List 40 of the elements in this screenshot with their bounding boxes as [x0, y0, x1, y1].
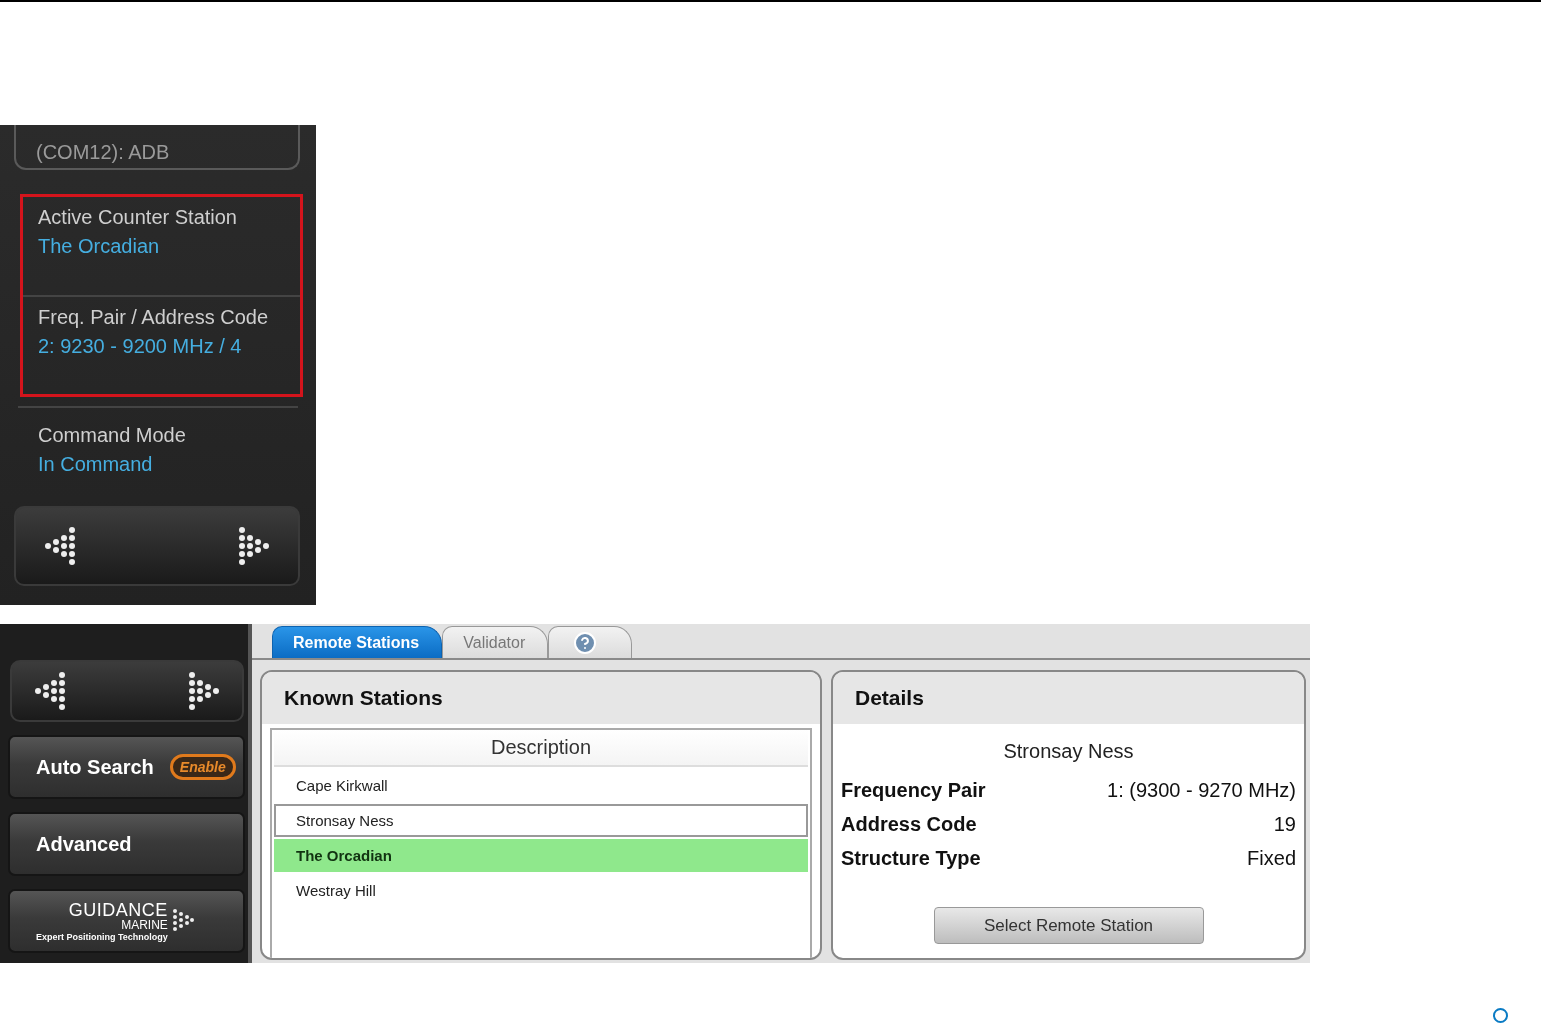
detail-label: Structure Type	[841, 846, 981, 870]
field-value: The Orcadian	[38, 235, 161, 258]
logo-tagline: Expert Positioning Technology	[36, 931, 168, 942]
station-row[interactable]: Stronsay Ness	[274, 804, 808, 837]
circle-icon	[1493, 1008, 1508, 1023]
station-row[interactable]: The Orcadian	[274, 839, 808, 872]
station-row[interactable]: Cape Kirkwall	[274, 769, 808, 802]
detail-label: Frequency Pair	[841, 778, 986, 802]
panel-title: Known Stations	[284, 686, 443, 710]
detail-value: Fixed	[1247, 846, 1296, 870]
field-value: In Command	[38, 453, 154, 476]
station-row[interactable]: Westray Hill	[274, 874, 808, 907]
left-arrow-icon	[44, 526, 77, 566]
direction-control[interactable]	[10, 660, 244, 722]
port-label: (COM12): ADB	[36, 141, 170, 164]
detail-value: 19	[1273, 812, 1296, 836]
select-station-button[interactable]: Select Remote Station	[933, 907, 1204, 944]
direction-control[interactable]	[14, 506, 300, 586]
station-name: Stronsay Ness	[1003, 740, 1134, 763]
left-arrow-icon	[33, 671, 66, 711]
field-label: Active Counter Station	[38, 206, 238, 229]
tab[interactable]: Validator	[442, 626, 549, 658]
detail-value: 1: (9300 - 9270 MHz)	[1107, 778, 1296, 802]
field-value: 2: 9230 - 9200 MHz / 4	[38, 334, 243, 358]
right-arrow-icon	[237, 526, 270, 566]
dots-logo-icon	[171, 908, 194, 934]
panel-title: Details	[855, 686, 924, 710]
logo-subtext: MARINE	[121, 918, 168, 932]
field-label: Command Mode	[38, 424, 187, 447]
right-arrow-icon	[188, 671, 221, 711]
advanced-button[interactable]: Advanced	[8, 812, 245, 876]
enable-badge[interactable]: Enable	[169, 754, 236, 780]
help-icon	[573, 630, 598, 655]
logo-button[interactable]: GUIDANCE MARINE Expert Positioning Technology	[8, 889, 245, 953]
auto-search-button[interactable]: Auto Search Enable	[8, 735, 245, 799]
tab[interactable]: Remote Stations	[272, 626, 443, 658]
detail-label: Address Code	[841, 812, 977, 836]
help-tab[interactable]	[548, 626, 633, 658]
field-label: Freq. Pair / Address Code	[38, 305, 270, 329]
logo-text: GUIDANCE	[68, 900, 168, 919]
